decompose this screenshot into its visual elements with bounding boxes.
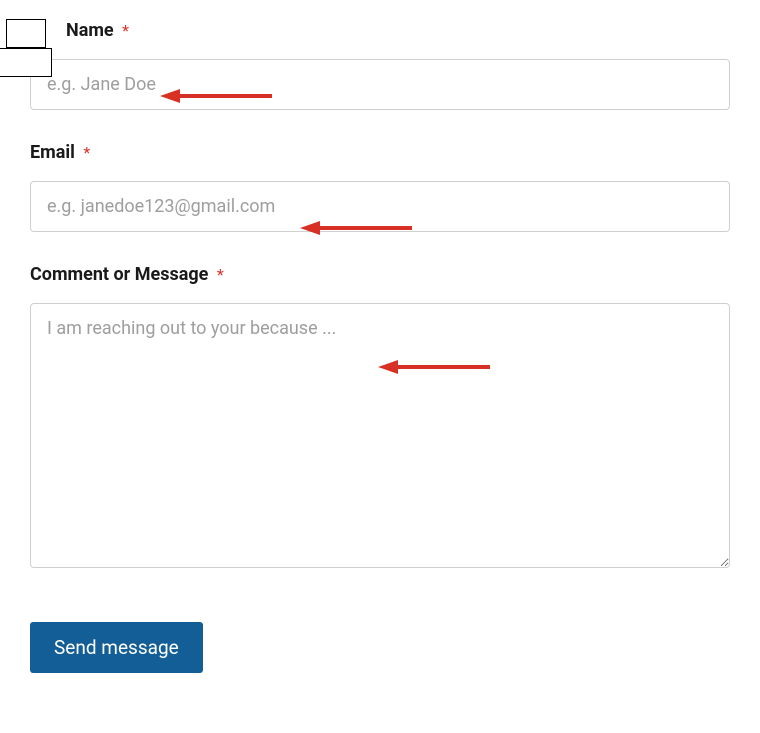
email-input[interactable]	[30, 181, 730, 232]
name-label-text: Name	[66, 20, 114, 41]
message-field-group: Comment or Message *	[30, 264, 730, 572]
email-field-group: Email *	[30, 142, 730, 232]
name-field-group: Name *	[30, 20, 730, 110]
overlay-box-bottom	[0, 48, 52, 77]
message-label: Comment or Message *	[30, 264, 224, 285]
email-label: Email *	[30, 142, 90, 163]
required-indicator: *	[217, 265, 224, 284]
email-label-text: Email	[30, 142, 75, 163]
required-indicator: *	[122, 21, 129, 40]
message-label-text: Comment or Message	[30, 264, 208, 285]
message-textarea[interactable]	[30, 303, 730, 568]
required-indicator: *	[83, 143, 90, 162]
send-message-button[interactable]: Send message	[30, 622, 203, 673]
overlay-box-top	[6, 19, 46, 48]
name-label: Name *	[66, 20, 129, 41]
name-input[interactable]	[30, 59, 730, 110]
